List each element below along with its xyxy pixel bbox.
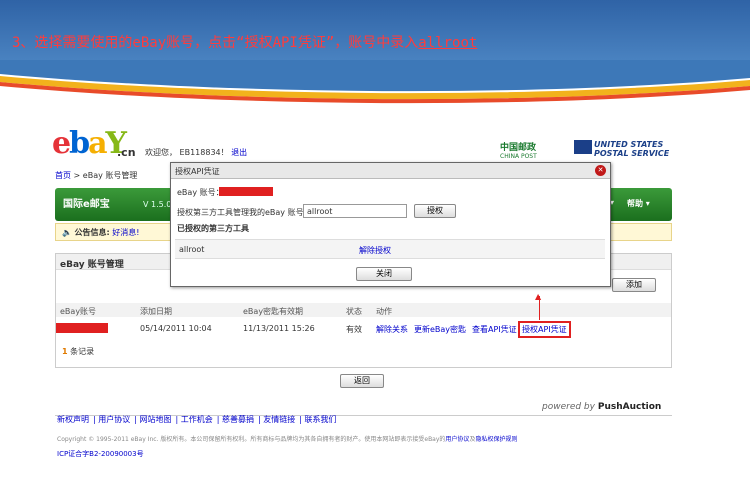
col-status: 状态 [346, 307, 362, 316]
modal-titlebar: 授权API凭证 ✕ [171, 163, 610, 179]
arrow-head-icon: ▲ [535, 292, 542, 301]
authorized-tools-title: 已授权的第三方工具 [177, 224, 249, 233]
row-expires: 11/13/2011 15:26 [243, 324, 315, 333]
col-account: eBay账号 [60, 307, 97, 316]
revoke-link[interactable]: 解除授权 [359, 245, 391, 256]
footer-link[interactable]: 慈善募捐 [222, 415, 254, 424]
footer-links: 新权声明 | 用户协议 | 网站地图 | 工作机会 | 慈善募捐 | 友情链接 | 联系我们 [57, 415, 337, 424]
modal-account-label: eBay 账号： [177, 188, 224, 197]
footer-link[interactable]: 联系我们 [305, 415, 337, 424]
instruction-text: 3、选择需要使用的eBay账号，点击“授权API凭证”，账号中录入allroot [12, 35, 478, 51]
add-button[interactable]: 添加 [612, 278, 656, 292]
powered-by: powered by PushAuction [542, 402, 662, 412]
authorize-api-link[interactable]: 授权API凭证 [518, 321, 571, 338]
icp-link[interactable]: ICP证合字B2-20090003号 [57, 449, 144, 459]
col-added: 添加日期 [140, 307, 172, 316]
nav-brand: 国际e邮宝 [63, 199, 110, 210]
usps-logo: UNITED STATES POSTAL SERVICE [594, 140, 670, 158]
row-added: 05/14/2011 10:04 [140, 324, 212, 333]
unbind-link[interactable]: 解除关系 [376, 324, 408, 335]
authorized-tool-name: allroot [179, 245, 205, 254]
speaker-icon: 🔈 [62, 228, 72, 237]
china-post-logo: 中国邮政 CHINA POST [500, 143, 537, 160]
logo-suffix: .cn [117, 146, 136, 159]
authorize-api-modal: 授权API凭证 ✕ eBay 账号： 授权第三方工具管理我的eBay 账号 al… [170, 162, 611, 287]
col-expiry: eBay密匙有效期 [243, 307, 304, 316]
nav-help[interactable]: 帮助 ▾ [627, 198, 650, 209]
breadcrumb: 首页 > eBay 账号管理 [55, 171, 138, 180]
ebay-logo[interactable]: ebaY [52, 126, 127, 161]
decorative-swoosh [0, 60, 750, 104]
view-api-link[interactable]: 查看API凭证 [472, 324, 517, 335]
tool-name-input[interactable]: allroot [303, 204, 407, 218]
logout-link[interactable]: 退出 [231, 148, 247, 157]
row-status: 有效 [346, 325, 362, 334]
footer-link[interactable]: 工作机会 [181, 415, 213, 424]
back-button[interactable]: 返回 [340, 374, 384, 388]
welcome-text: 欢迎您， EB118834！ 退出 [145, 148, 248, 157]
footer-link[interactable]: 新权声明 [57, 415, 89, 424]
modal-auth-label: 授权第三方工具管理我的eBay 账号 [177, 208, 304, 217]
footer-link[interactable]: 网站地图 [140, 415, 172, 424]
modal-redacted-account [219, 187, 273, 196]
footer-link[interactable]: 友情链接 [263, 415, 295, 424]
record-count: 1 条记录 [62, 347, 95, 356]
authorize-button[interactable]: 授权 [414, 204, 456, 218]
col-action: 动作 [376, 307, 392, 316]
nav-version: V 1.5.0 [143, 200, 172, 209]
redacted-account [56, 323, 108, 333]
copyright: Copyright © 1995-2011 eBay Inc. 版权所有。本公司… [57, 436, 518, 443]
usps-eagle-icon [574, 140, 592, 154]
footer-link[interactable]: 用户协议 [98, 415, 130, 424]
close-icon[interactable]: ✕ [595, 165, 606, 176]
update-key-link[interactable]: 更新eBay密匙 [414, 324, 466, 335]
breadcrumb-home[interactable]: 首页 [55, 171, 71, 180]
modal-close-button[interactable]: 关闭 [356, 267, 412, 281]
